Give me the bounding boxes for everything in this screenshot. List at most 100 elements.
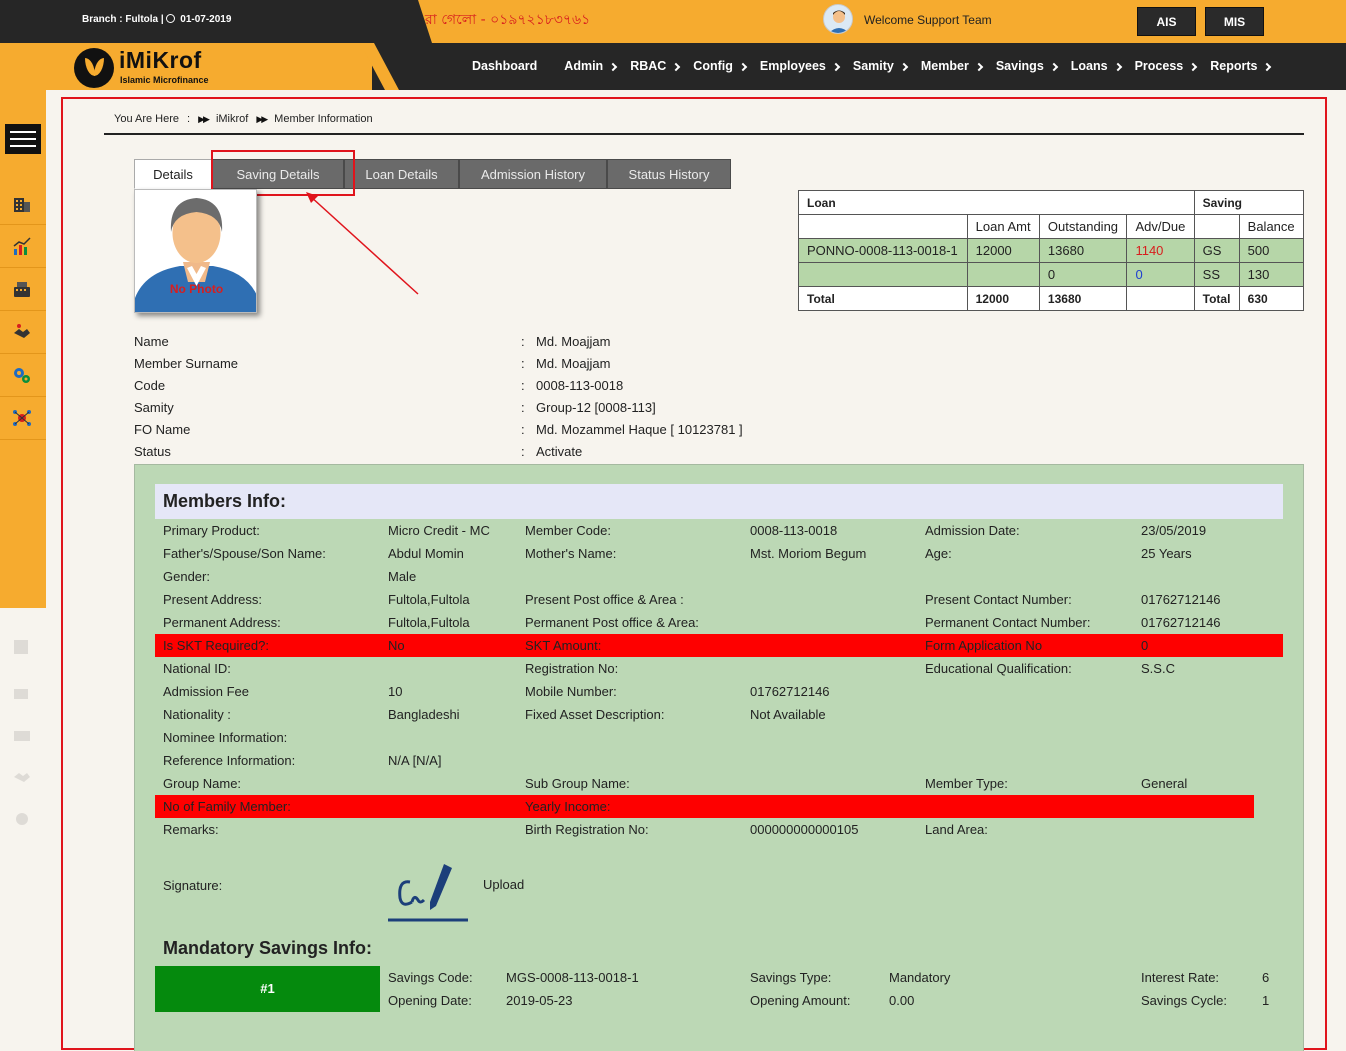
field-text: Bangladeshi	[388, 707, 460, 722]
signature-label: Signature:	[163, 878, 223, 893]
field-text: Remarks:	[163, 822, 219, 837]
logo-icon[interactable]	[74, 48, 114, 88]
table-row: PONNO-0008-113-0018-1 12000 13680 1140 G…	[798, 238, 1305, 263]
nav-process[interactable]: Process	[1135, 59, 1198, 73]
members-info-row-alert: Is SKT Required?: No SKT Amount: Form Appli…	[155, 634, 1283, 657]
field-text: 0	[1141, 638, 1149, 653]
chevron-right-icon	[974, 62, 984, 71]
column-header	[1193, 214, 1240, 239]
field-text: Micro Credit - MC	[388, 523, 490, 538]
gears-icon[interactable]	[8, 362, 36, 388]
loan-amount	[966, 262, 1040, 287]
field-text: Nominee Information:	[163, 730, 288, 745]
ais-button[interactable]: AIS	[1137, 7, 1196, 36]
nav-savings[interactable]: Savings	[996, 59, 1059, 73]
members-info-row: Reference Information: N/A [N/A]	[155, 749, 1283, 772]
column-header: Loan Amt	[966, 214, 1040, 239]
field-text: Permanent Address:	[163, 615, 281, 630]
breadcrumb-item-home[interactable]: iMikrof	[216, 113, 248, 125]
nav-employees[interactable]: Employees	[760, 59, 841, 73]
field-text: 0008-113-0018	[750, 523, 838, 538]
members-info-row: Nationality : Bangladeshi Fixed Asset Desc…	[155, 703, 1283, 726]
branch-info: Branch : Fultola | 01-07-2019	[82, 14, 231, 25]
logo-name[interactable]: iMiKrof	[119, 47, 202, 74]
opening-amount: 0.00	[889, 993, 915, 1008]
nav-samity[interactable]: Samity	[853, 59, 909, 73]
loan-outstanding: 0	[1038, 262, 1128, 287]
savings-type: Mandatory	[889, 970, 951, 985]
upload-link[interactable]: Upload	[483, 877, 524, 892]
field-text: National ID:	[163, 661, 231, 676]
handshake-icon[interactable]	[8, 319, 36, 345]
cash-register-icon	[8, 720, 36, 746]
tab-status-history[interactable]: Status History	[607, 159, 731, 189]
table-total-row: Total 12000 13680 Total 630	[798, 286, 1305, 311]
table-cell	[1126, 286, 1195, 311]
chart-icon[interactable]	[8, 233, 36, 259]
field-text: 23/05/2019	[1141, 523, 1207, 538]
loan-adv-due: 1140	[1126, 238, 1195, 263]
chevron-right-icon	[608, 62, 618, 71]
cash-register-icon[interactable]	[8, 276, 36, 302]
field-text: Mobile Number:	[525, 684, 617, 699]
column-header: Outstanding	[1038, 214, 1128, 239]
nav-config[interactable]: Config	[693, 59, 748, 73]
chevron-right-icon	[899, 62, 909, 71]
nav-member[interactable]: Member	[921, 59, 984, 73]
mandatory-savings-title: Mandatory Savings Info:	[163, 938, 373, 958]
members-info-row: Present Address: Fultola,Fultola Present P…	[155, 588, 1283, 611]
menu-toggle-icon[interactable]	[5, 124, 41, 154]
field-text: Primary Product:	[163, 523, 260, 538]
loan-outstanding: 13680	[1038, 238, 1128, 263]
info-row-code: Code:0008-113-0018	[134, 378, 624, 393]
nav-admin[interactable]: Admin	[564, 59, 618, 73]
branch-label: Branch : Fultola |	[82, 14, 164, 25]
field-text: Nationality :	[163, 707, 231, 722]
nav-loans[interactable]: Loans	[1071, 59, 1122, 73]
sidebar-divider	[0, 439, 46, 440]
field-text: Reference Information:	[163, 753, 296, 768]
loan-amount: 12000	[966, 238, 1040, 263]
nav-rbac[interactable]: RBAC	[630, 59, 681, 73]
field-text: Educational Qualification:	[925, 661, 1072, 676]
loan-code[interactable]: PONNO-0008-113-0018-1	[798, 238, 968, 263]
member-photo[interactable]: No Photo	[134, 189, 257, 313]
no-photo-label: No Photo	[169, 282, 224, 296]
tab-details[interactable]: Details	[134, 159, 212, 189]
current-date: 01-07-2019	[180, 14, 232, 25]
field-text: Father's/Spouse/Son Name:	[163, 546, 326, 561]
savings-account-badge[interactable]: #1	[155, 966, 380, 1012]
members-info-row: Remarks: Birth Registration No: 0000000000…	[155, 818, 1283, 841]
field-text: No	[388, 638, 405, 653]
signature-pen-icon[interactable]	[388, 860, 468, 922]
field-text: Group Name:	[163, 776, 242, 791]
interest-rate: 6	[1262, 970, 1270, 985]
field-text: 01762712146	[1141, 592, 1221, 607]
savings-code: MGS-0008-113-0018-1	[506, 970, 639, 985]
info-row-fo-name: FO Name: Md. Mozammel Haque [ 10123781 ]	[134, 422, 743, 437]
field-text: Gender:	[163, 569, 210, 584]
total-outstanding: 13680	[1038, 286, 1128, 311]
tab-loan-details[interactable]: Loan Details	[344, 159, 459, 189]
welcome-text: Welcome Support Team	[864, 13, 992, 27]
clock-icon	[166, 14, 176, 23]
user-avatar[interactable]	[823, 4, 853, 34]
building-icon[interactable]	[8, 190, 36, 216]
loan-code	[798, 262, 968, 287]
loan-adv-due: 0	[1126, 262, 1195, 287]
savings-cycle: 1	[1262, 993, 1270, 1008]
gears-icon	[8, 806, 36, 832]
mis-button[interactable]: MIS	[1205, 7, 1264, 36]
savings-type-label: Savings Type:	[750, 970, 832, 985]
field-text: 01762712146	[750, 684, 830, 699]
members-info-row: Permanent Address: Fultola,Fultola Permane…	[155, 611, 1283, 634]
tab-admission-history[interactable]: Admission History	[459, 159, 607, 189]
members-info-row: Gender: Male	[155, 565, 1283, 588]
field-text: Member Type:	[925, 776, 1008, 791]
nav-dashboard[interactable]: Dashboard	[472, 59, 537, 73]
network-icon[interactable]	[8, 405, 36, 431]
saving-balance: 500	[1238, 238, 1305, 263]
nav-reports[interactable]: Reports	[1210, 59, 1272, 73]
opening-amount-label: Opening Amount:	[750, 993, 851, 1008]
members-info-row: Father's/Spouse/Son Name: Abdul Momin Moth…	[155, 542, 1283, 565]
